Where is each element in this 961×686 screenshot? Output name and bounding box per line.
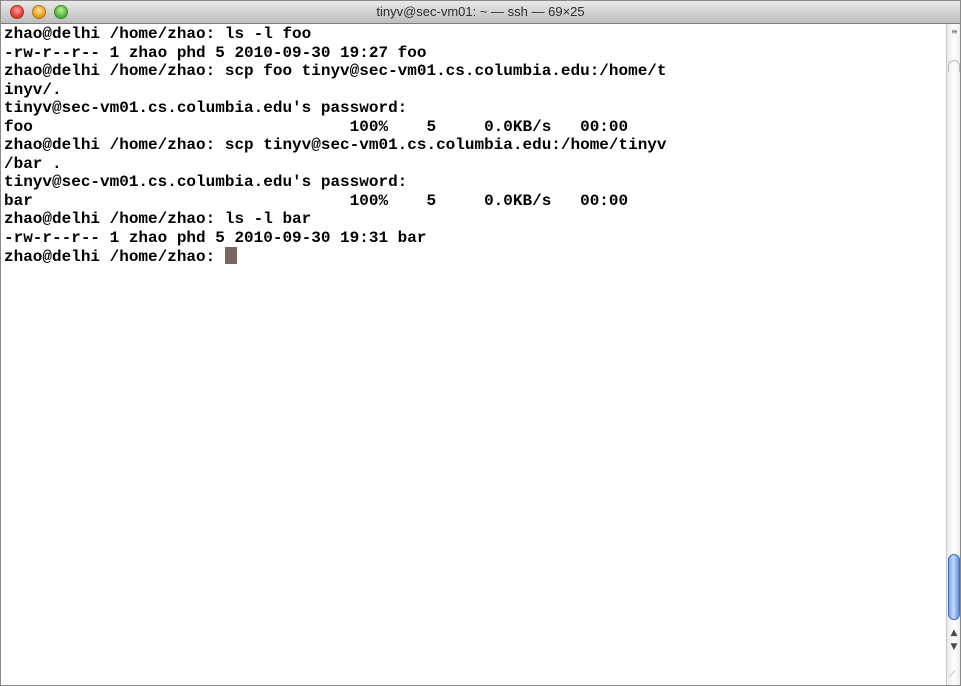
terminal-line: bar 100% 5 0.0KB/s 00:00 (4, 191, 629, 210)
resize-grip-icon[interactable]: ⟋ (949, 669, 959, 681)
split-pane-icon[interactable]: ≡ (951, 28, 958, 36)
shell-prompt: zhao@delhi /home/zhao: (4, 248, 225, 266)
terminal-window: tinyv@sec-vm01: ~ — ssh — 69×25 zhao@del… (0, 0, 961, 686)
terminal-line: zhao@delhi /home/zhao: ls -l foo (4, 25, 312, 43)
scroll-down-arrow-icon[interactable]: ▼ (949, 641, 959, 653)
terminal-line: tinyv@sec-vm01.cs.columbia.edu's passwor… (4, 99, 408, 117)
terminal-line: zhao@delhi /home/zhao: scp tinyv@sec-vm0… (4, 136, 667, 154)
scroll-up-arrow-icon[interactable]: ▲ (949, 627, 959, 639)
terminal-line: /bar . (4, 154, 62, 173)
scroll-track-cap (948, 60, 960, 72)
text-cursor (224, 247, 237, 264)
terminal-prompt-line[interactable]: zhao@delhi /home/zhao: (4, 247, 944, 266)
terminal-line: zhao@delhi /home/zhao: scp foo tinyv@sec… (4, 62, 667, 80)
scroll-thumb[interactable] (948, 554, 960, 620)
window-title: tinyv@sec-vm01: ~ — ssh — 69×25 (376, 4, 585, 19)
terminal-line: tinyv@sec-vm01.cs.columbia.edu's passwor… (4, 173, 408, 191)
vertical-scrollbar[interactable]: ≡ ▲ ▼ ⟋ (946, 24, 960, 685)
terminal-line: zhao@delhi /home/zhao: ls -l bar (4, 210, 312, 228)
terminal-line: inyv/. (4, 80, 62, 99)
terminal-line: foo 100% 5 0.0KB/s 00:00 (4, 117, 629, 136)
title-bar[interactable]: tinyv@sec-vm01: ~ — ssh — 69×25 (1, 1, 960, 24)
terminal-output[interactable]: zhao@delhi /home/zhao: ls -l foo -rw-r--… (4, 25, 944, 685)
terminal-line: -rw-r--r-- 1 zhao phd 5 2010-09-30 19:31… (4, 228, 427, 247)
terminal-line: -rw-r--r-- 1 zhao phd 5 2010-09-30 19:27… (4, 43, 427, 62)
